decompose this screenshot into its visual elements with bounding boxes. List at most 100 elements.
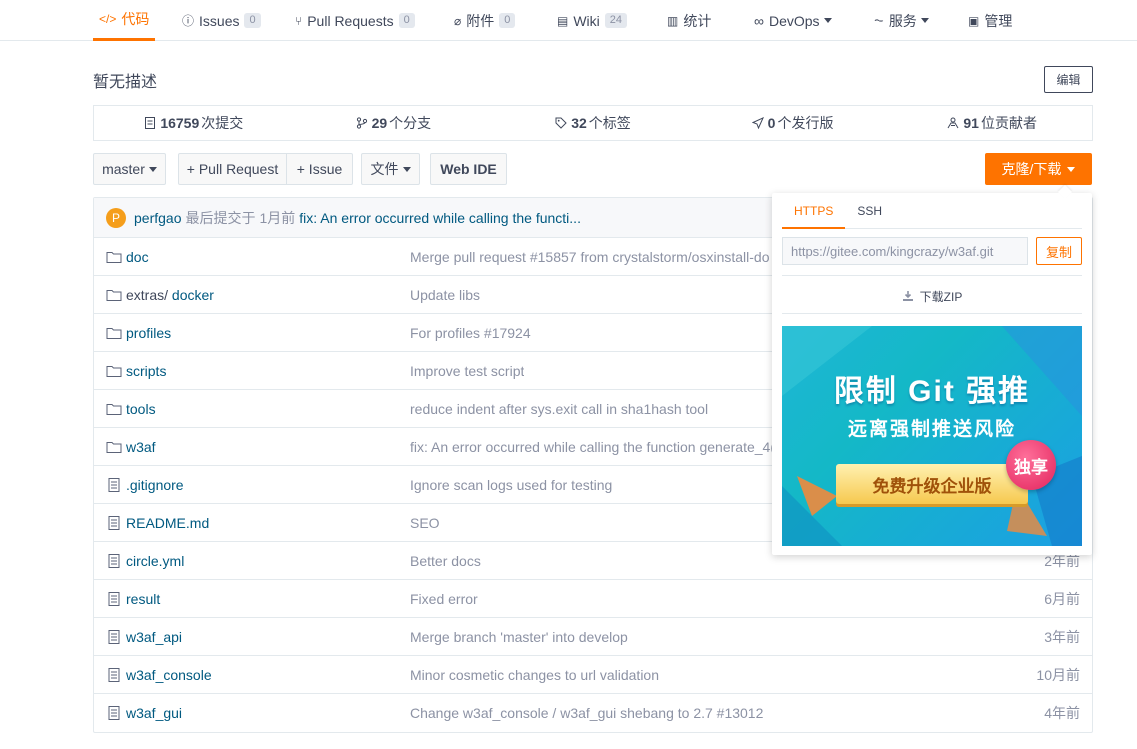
- file-row[interactable]: result Fixed error 6月前: [94, 580, 1092, 618]
- file-name: w3af_gui: [126, 705, 183, 721]
- commit-message-link[interactable]: Merge branch 'master' into develop: [410, 629, 628, 645]
- repo-stats-bar: 16759 次提交 29 个分支 32 个标签 0 个发行版 91 位贡献者: [93, 105, 1093, 141]
- manage-icon: ▣: [968, 13, 980, 28]
- file-name: doc: [126, 248, 149, 265]
- commit-message-link[interactable]: For profiles #17924: [410, 325, 531, 341]
- file-row[interactable]: w3af_api Merge branch 'master' into devel…: [94, 618, 1092, 656]
- file-menu-button[interactable]: 文件: [361, 153, 420, 185]
- file-name-link[interactable]: .gitignore: [126, 477, 184, 493]
- clone-url-field[interactable]: https://gitee.com/kingcrazy/w3af.git: [782, 237, 1028, 265]
- commit-message-link[interactable]: Change w3af_console / w3af_gui shebang t…: [410, 705, 763, 721]
- issue-icon: ⓘ: [182, 14, 195, 28]
- stat-releases[interactable]: 0 个发行版: [693, 113, 893, 133]
- commit-message-link[interactable]: Better docs: [410, 553, 481, 569]
- stat-label: 次提交: [201, 115, 244, 131]
- file-name-link[interactable]: extras/ docker: [126, 287, 214, 303]
- file-name-link[interactable]: doc: [126, 249, 149, 265]
- commit-message-link[interactable]: Improve test script: [410, 363, 524, 379]
- commit-message-link[interactable]: Fixed error: [410, 591, 478, 607]
- divider: [782, 275, 1082, 276]
- count-badge: 0: [499, 13, 516, 28]
- commit-message-link[interactable]: Ignore scan logs used for testing: [410, 477, 612, 493]
- banner-title: 限制 Git 强推: [833, 375, 1031, 408]
- download-zip-button[interactable]: 下载ZIP: [782, 283, 1082, 309]
- file-name-link[interactable]: circle.yml: [126, 553, 184, 569]
- stat-tags[interactable]: 32 个标签: [493, 113, 693, 133]
- tab-label: Issues: [199, 12, 240, 29]
- file-name-link[interactable]: w3af_console: [126, 667, 212, 683]
- file-icon: [106, 706, 122, 720]
- file-name-link[interactable]: tools: [126, 401, 156, 417]
- tab-wiki[interactable]: ▤ Wiki 24: [557, 0, 628, 41]
- pull-request-icon: ⑂: [295, 13, 303, 28]
- tab-manage[interactable]: ▣ 管理: [968, 0, 1012, 41]
- file-name: README.md: [126, 514, 210, 531]
- file-name-link[interactable]: w3af: [126, 439, 156, 455]
- file-name-link[interactable]: README.md: [126, 515, 209, 531]
- commit-icon: [145, 117, 156, 129]
- stat-value: 91: [963, 115, 979, 131]
- stat-value: 16759: [160, 115, 200, 131]
- repo-tab-bar: </> 代码 ⓘ Issues 0 ⑂ Pull Requests 0 ⌀ 附件…: [0, 0, 1137, 41]
- commit-message[interactable]: fix: An error occurred while calling the…: [299, 210, 581, 226]
- tab-label: 管理: [984, 12, 1013, 29]
- tab-services[interactable]: ⏦ 服务: [874, 0, 929, 41]
- file-name-link[interactable]: profiles: [126, 325, 171, 341]
- file-name: .gitignore: [126, 476, 184, 493]
- commit-message-link[interactable]: Minor cosmetic changes to url validation: [410, 667, 659, 683]
- tab-ssh[interactable]: SSH: [845, 201, 894, 229]
- folder-icon: [106, 288, 122, 302]
- web-ide-button[interactable]: Web IDE: [430, 153, 507, 185]
- count-badge: 24: [604, 13, 628, 28]
- chevron-down-icon: [148, 166, 157, 172]
- chevron-down-icon: [823, 18, 832, 23]
- tab-attachments[interactable]: ⌀ 附件 0: [454, 0, 516, 41]
- count-badge: 0: [398, 13, 415, 28]
- commit-author[interactable]: perfgao: [134, 210, 181, 226]
- stat-branches[interactable]: 29 个分支: [294, 113, 494, 133]
- tab-pull-requests[interactable]: ⑂ Pull Requests 0: [295, 0, 415, 41]
- edit-description-button[interactable]: 编辑: [1044, 66, 1093, 93]
- file-name-link[interactable]: w3af_gui: [126, 705, 182, 721]
- tab-code[interactable]: </> 代码: [93, 0, 156, 41]
- stat-label: 个标签: [588, 115, 631, 131]
- commit-message-link[interactable]: Merge pull request #15857 from crystalst…: [410, 249, 770, 265]
- file-name: w3af_api: [126, 628, 183, 645]
- promo-banner[interactable]: 限制 Git 强推 远离强制推送风险 免费升级企业版 独享: [782, 326, 1082, 546]
- commit-message-link[interactable]: fix: An error occurred while calling the…: [410, 439, 775, 455]
- devops-icon: ∞: [754, 12, 764, 29]
- stats-icon: ▥: [667, 13, 679, 28]
- download-zip-label: 下载ZIP: [919, 289, 963, 304]
- service-icon: ⏦: [874, 13, 884, 27]
- branch-select[interactable]: master: [93, 153, 166, 185]
- folder-icon: [106, 326, 122, 340]
- tab-devops[interactable]: ∞ DevOps: [754, 0, 832, 41]
- stat-commits[interactable]: 16759 次提交: [94, 113, 294, 133]
- tab-issues[interactable]: ⓘ Issues 0: [182, 0, 261, 41]
- file-name-link[interactable]: result: [126, 591, 160, 607]
- banner-subtitle: 远离强制推送风险: [847, 419, 1016, 440]
- commit-message-link[interactable]: Update libs: [410, 287, 480, 303]
- banner-cta-button[interactable]: 免费升级企业版: [836, 464, 1028, 504]
- file-name-link[interactable]: scripts: [126, 363, 166, 379]
- stat-contributors[interactable]: 91 位贡献者: [892, 113, 1092, 133]
- commit-message-link[interactable]: SEO: [410, 515, 440, 531]
- file-row[interactable]: w3af_console Minor cosmetic changes to ur…: [94, 656, 1092, 694]
- release-icon: [751, 117, 764, 129]
- avatar[interactable]: P: [106, 207, 126, 228]
- file-icon: [106, 478, 122, 492]
- commit-message-link[interactable]: reduce indent after sys.exit call in sha…: [410, 401, 708, 417]
- file-icon: [106, 592, 122, 606]
- stat-label: 个分支: [389, 115, 432, 131]
- file-name-link[interactable]: w3af_api: [126, 629, 182, 645]
- tab-https[interactable]: HTTPS: [782, 201, 846, 229]
- file-row[interactable]: w3af_gui Change w3af_console / w3af_gui s…: [94, 694, 1092, 732]
- copy-url-button[interactable]: 复制: [1036, 237, 1082, 265]
- tab-stats[interactable]: ▥ 统计: [667, 0, 711, 41]
- clone-download-button[interactable]: 克隆/下载: [985, 153, 1092, 185]
- new-issue-button[interactable]: + Issue: [286, 153, 353, 185]
- folder-icon: [106, 440, 122, 454]
- chevron-down-icon: [920, 18, 929, 23]
- new-pull-request-button[interactable]: + Pull Request: [178, 153, 287, 185]
- download-icon: [902, 291, 913, 301]
